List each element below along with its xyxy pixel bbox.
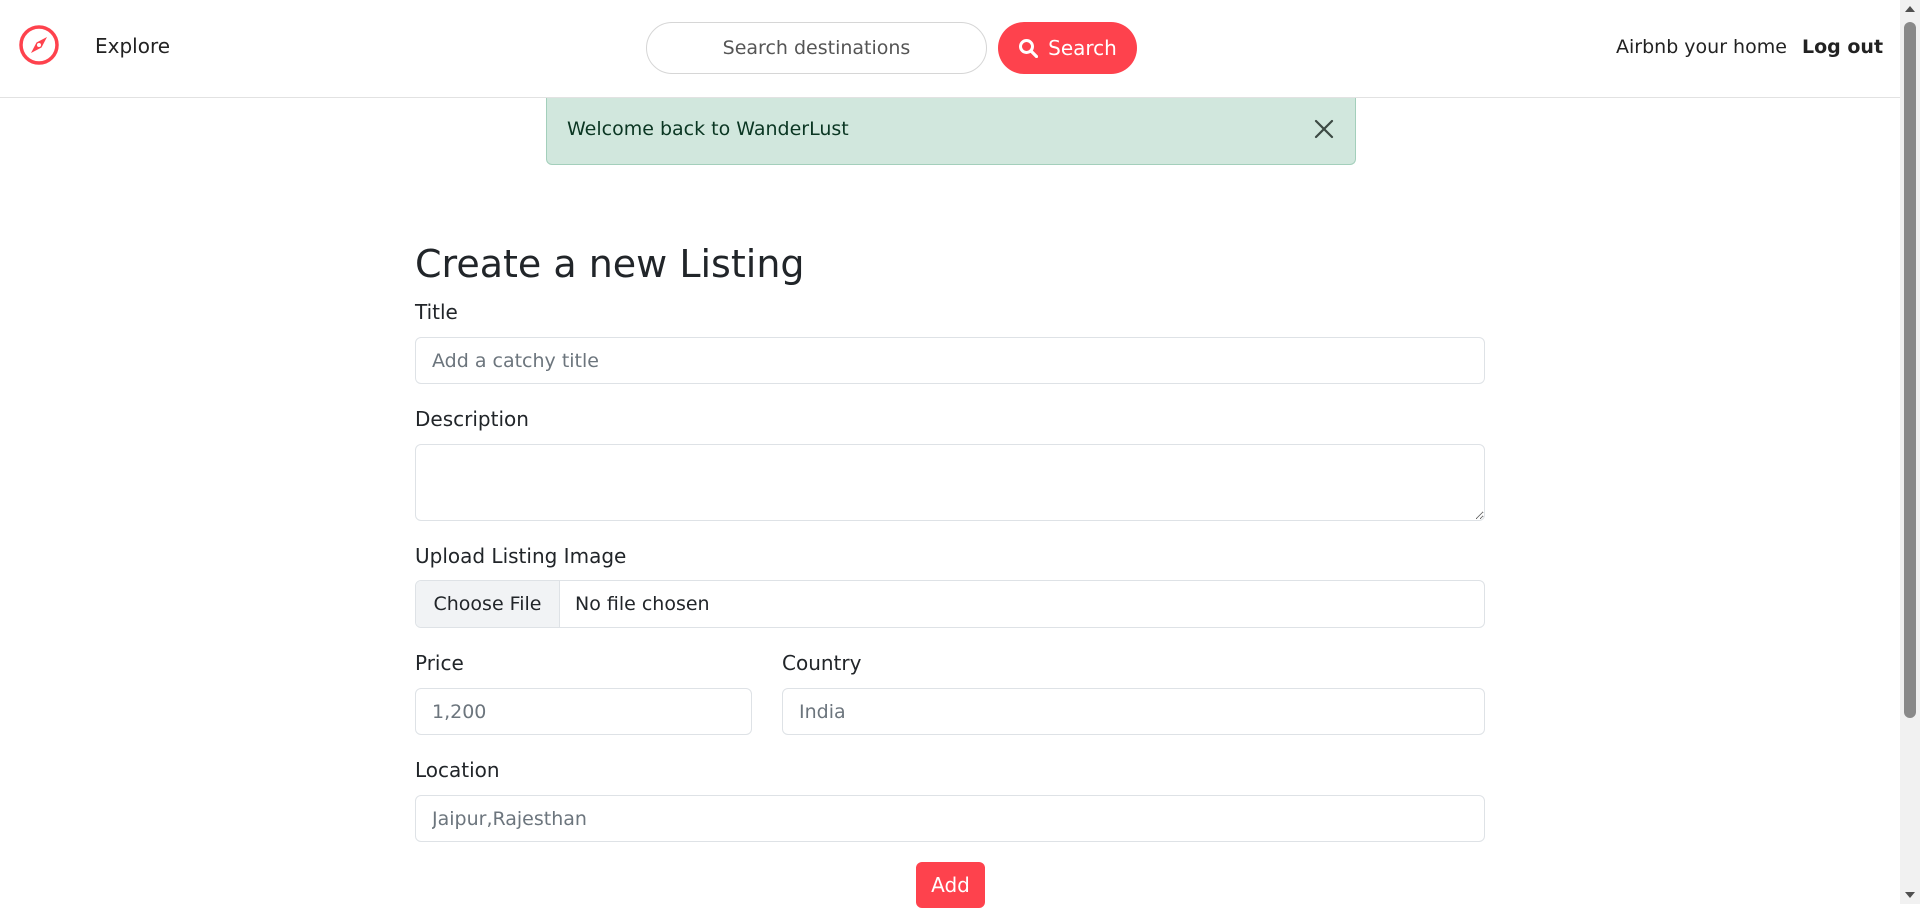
page-title: Create a new Listing [415,242,805,286]
alert-message: Welcome back to WanderLust [567,118,849,140]
location-label: Location [415,758,500,782]
search-input[interactable] [646,22,987,74]
title-label: Title [415,300,458,324]
add-button[interactable]: Add [916,862,985,908]
description-label: Description [415,407,529,431]
navbar: Explore Search Airbnb your home Log out [0,0,1900,98]
price-label: Price [415,651,464,675]
search-button[interactable]: Search [998,22,1137,74]
search-icon [1019,39,1039,58]
scroll-up-icon[interactable] [1900,0,1920,18]
close-icon[interactable] [1311,116,1337,142]
file-status: No file chosen [575,593,710,615]
logout-link[interactable]: Log out [1802,36,1883,58]
airbnb-your-home-link[interactable]: Airbnb your home [1616,36,1787,58]
location-field[interactable] [415,795,1485,842]
image-upload-label: Upload Listing Image [415,544,627,568]
description-field[interactable] [415,444,1485,521]
scroll-down-icon[interactable] [1900,886,1920,904]
search-button-label: Search [1048,36,1117,60]
country-field[interactable] [782,688,1485,735]
scrollbar-thumb[interactable] [1904,22,1916,718]
nav-explore-link[interactable]: Explore [95,34,170,58]
image-upload-field[interactable]: Choose File No file chosen [415,580,1485,628]
country-label: Country [782,651,862,675]
page-scrollbar[interactable] [1900,0,1920,904]
price-field[interactable] [415,688,752,735]
compass-icon[interactable] [18,24,60,66]
welcome-alert: Welcome back to WanderLust [546,98,1356,165]
title-field[interactable] [415,337,1485,384]
choose-file-button[interactable]: Choose File [416,581,560,627]
